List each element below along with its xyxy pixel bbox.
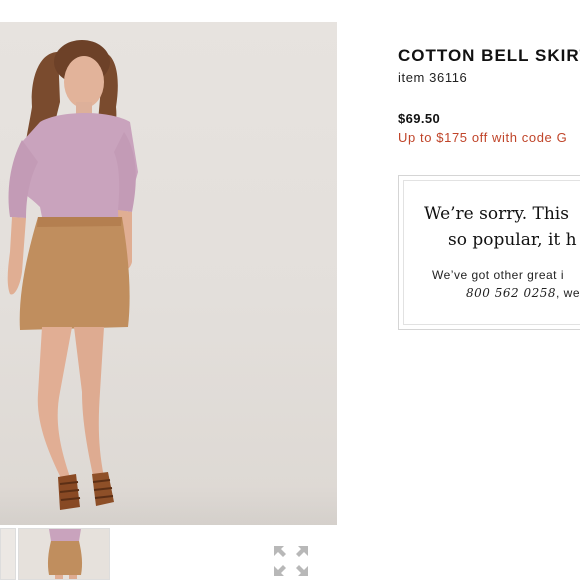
promo-text: Up to $175 off with code G <box>398 130 568 145</box>
product-page: COTTON BELL SKIRT item 36116 $69.50 Up t… <box>0 0 580 580</box>
thumbnail-model[interactable] <box>18 528 110 580</box>
notice-heading-line1: We’re sorry. This <box>424 204 569 224</box>
expand-arrows-icon[interactable] <box>272 544 310 578</box>
notice-body-line2-suffix: , we’r <box>555 286 580 300</box>
sold-out-notice: We’re sorry. This so popular, it h We’ve… <box>398 175 580 330</box>
thumbnail-partial[interactable] <box>0 528 16 580</box>
thumbnail-model-image <box>19 529 109 579</box>
product-price: $69.50 <box>398 111 441 126</box>
main-product-image[interactable] <box>0 22 337 525</box>
notice-body-line2: 800 562 0258, we’r <box>466 286 580 300</box>
model-illustration <box>7 40 138 510</box>
item-number: item 36116 <box>398 70 468 85</box>
phone-number[interactable]: 800 562 0258 <box>466 286 556 300</box>
notice-body-line1: We’ve got other great i <box>432 268 565 282</box>
photo-floor-shadow <box>0 485 337 525</box>
notice-inner-border <box>403 180 580 325</box>
product-title: COTTON BELL SKIRT <box>398 46 580 65</box>
notice-heading-line2: so popular, it h <box>448 230 577 250</box>
